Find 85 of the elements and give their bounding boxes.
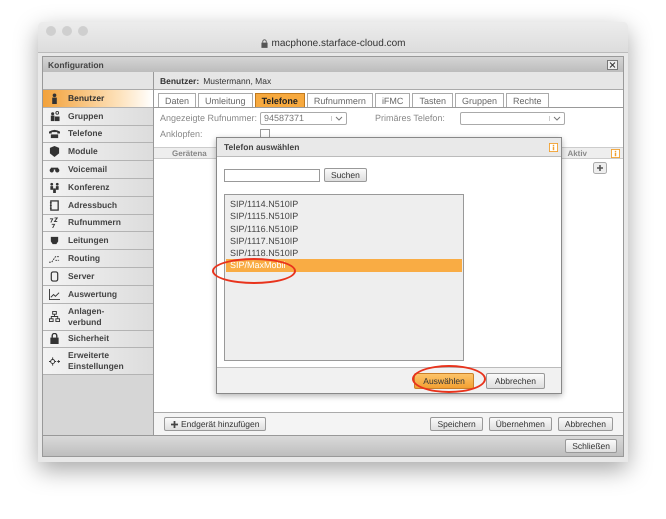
sidebar-item[interactable]: Adressbuch — [43, 196, 153, 215]
tab[interactable]: Daten — [158, 93, 196, 107]
sidebar-item[interactable]: Anlagen- verbund — [43, 304, 153, 331]
group-icon — [49, 110, 60, 122]
sidebar-label: Voicemail — [68, 163, 108, 176]
sidebar-label: Erweiterte Einstellungen — [68, 349, 124, 374]
sidebar-label: Konferenz — [68, 180, 110, 194]
column-header: Aktiv — [567, 148, 587, 158]
number-dropdown[interactable]: 94587371 — [260, 112, 347, 124]
lock-icon — [260, 39, 268, 48]
sidebar-label: Adressbuch — [68, 198, 118, 212]
sidebar-item[interactable]: Auswertung — [43, 286, 153, 304]
sidebar-label: Auswertung — [68, 288, 118, 301]
dialog-title: Telefon auswählen — [224, 142, 300, 152]
plus-icon — [171, 420, 178, 428]
action-button[interactable]: Speichern — [430, 417, 483, 431]
user-name: Mustermann, Max — [203, 76, 272, 86]
tab[interactable]: Gruppen — [454, 93, 504, 107]
tab[interactable]: Umleitung — [198, 93, 253, 107]
sidebar-label: Sicherheit — [68, 332, 110, 346]
tab[interactable]: Telefone — [254, 93, 305, 107]
phone-list-item[interactable]: SIP/1115.N510IP — [226, 210, 462, 223]
phone-list-item[interactable]: SIP/1116.N510IP — [226, 222, 462, 235]
numbers-icon — [49, 217, 60, 228]
sidebar-label: Rufnummern — [68, 216, 121, 230]
sidebar-label: Leitungen — [68, 234, 109, 248]
chart-icon — [49, 288, 60, 300]
routing-icon — [49, 253, 60, 264]
lock-icon — [49, 333, 60, 344]
phone-icon — [49, 128, 60, 140]
sidebar-label: Routing — [68, 252, 100, 266]
book-icon — [49, 200, 60, 211]
field-label: Angezeigte Rufnummer: — [160, 113, 258, 123]
column-header: Gerätena — [172, 148, 207, 158]
close-button[interactable]: Schließen — [565, 439, 617, 453]
sidebar-item[interactable]: Erweiterte Einstellungen — [43, 348, 153, 376]
sidebar-label: Server — [68, 270, 94, 283]
info-icon[interactable] — [611, 148, 620, 158]
action-button[interactable]: Übernehmen — [488, 417, 552, 431]
sidebar-item[interactable]: Benutzer — [43, 90, 153, 108]
sidebar-label: Benutzer — [68, 92, 104, 105]
search-button[interactable]: Suchen — [324, 168, 367, 182]
close-icon[interactable] — [607, 60, 618, 70]
sidebar-label: Telefone — [68, 127, 102, 140]
sidebar-item[interactable]: Server — [43, 268, 153, 286]
sidebar-item[interactable]: Sicherheit — [43, 330, 153, 348]
info-icon[interactable] — [549, 142, 558, 152]
action-button[interactable]: Abbrechen — [558, 417, 613, 431]
url-text[interactable]: macphone.starface-cloud.com — [272, 38, 406, 49]
sidebar-item[interactable]: Konferenz — [43, 178, 153, 197]
sidebar-item[interactable]: Module — [43, 143, 153, 162]
sidebar-label: Anlagen- verbund — [68, 304, 104, 329]
user-icon — [49, 92, 60, 104]
minimize-dot-icon[interactable] — [62, 26, 72, 36]
tab[interactable]: Rechte — [506, 93, 549, 107]
sidebar-item[interactable]: Voicemail — [43, 161, 153, 179]
phone-list-item[interactable]: SIP/1117.N510IP — [226, 234, 462, 248]
field-label: Anklopfen: — [160, 129, 204, 139]
tab[interactable]: Tasten — [412, 93, 453, 107]
tab[interactable]: iFMC — [374, 93, 410, 107]
tab[interactable]: Rufnummern — [306, 93, 373, 107]
sidebar-item[interactable]: Telefone — [43, 126, 153, 144]
close-dot-icon[interactable] — [46, 26, 56, 36]
sidebar-label: Module — [68, 145, 98, 158]
sidebar-item[interactable]: Rufnummern — [43, 214, 153, 232]
app-title: Konfiguration — [48, 60, 104, 70]
server-icon — [49, 270, 60, 282]
search-field[interactable] — [224, 168, 320, 182]
field-label: Primäres Telefon: — [375, 113, 446, 123]
sidebar-item[interactable]: Routing — [43, 250, 153, 268]
dialog-button[interactable]: Auswählen — [414, 372, 474, 388]
add-device-button[interactable]: Endgerät hinzufügen — [164, 417, 266, 431]
module-icon — [49, 146, 60, 158]
primary-phone-dropdown[interactable] — [460, 112, 565, 124]
network-icon — [49, 311, 60, 322]
sidebar-label: Gruppen — [68, 110, 104, 123]
phone-list-item[interactable]: SIP/1118.N510IP — [226, 247, 462, 260]
add-icon[interactable] — [593, 162, 607, 174]
conference-icon — [49, 182, 60, 193]
sidebar-item[interactable]: Leitungen — [43, 232, 153, 250]
zoom-dot-icon[interactable] — [78, 26, 88, 36]
user-label: Benutzer: — [160, 76, 200, 86]
phone-list-item[interactable]: SIP/1114.N510IP — [226, 198, 462, 210]
dialog-button[interactable]: Abbrechen — [486, 372, 545, 388]
sidebar-item[interactable]: Gruppen — [43, 108, 153, 126]
